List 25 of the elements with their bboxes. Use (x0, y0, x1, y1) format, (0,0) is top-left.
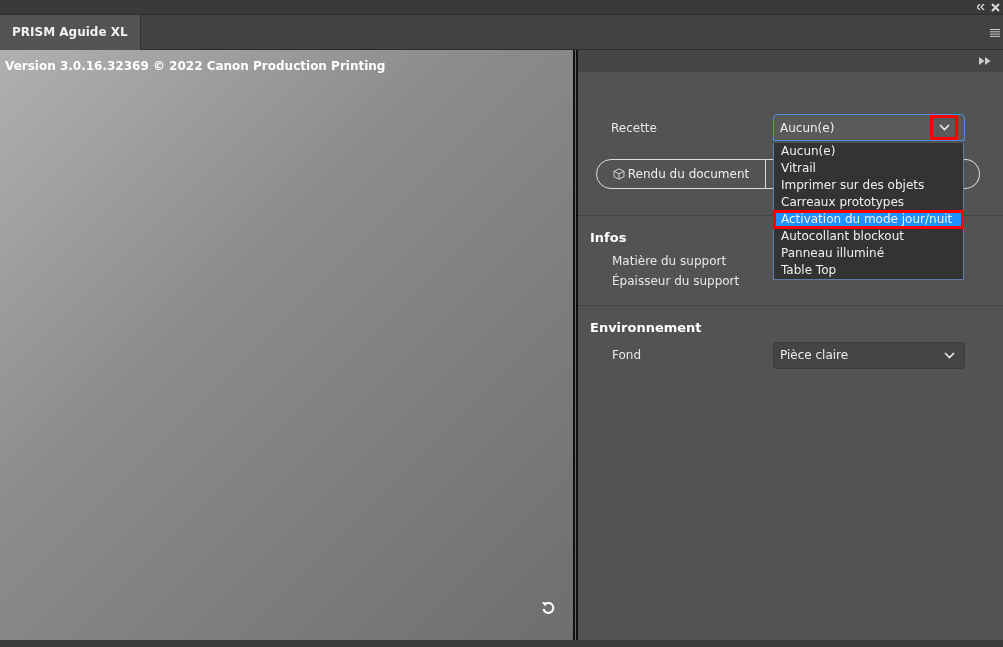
section-title: Infos (590, 230, 627, 245)
recipe-dropdown[interactable]: Aucun(e) (773, 114, 965, 141)
chevron-icon[interactable] (944, 351, 958, 359)
collapse-icon[interactable] (977, 4, 985, 10)
recipe-label: Recette (611, 119, 657, 137)
field-label: Fond (612, 347, 642, 364)
background-dropdown[interactable]: Pièce claire (773, 341, 965, 369)
dropdown-option[interactable]: Table Top (774, 262, 963, 279)
menu-icon[interactable] (990, 28, 1000, 37)
close-icon[interactable] (991, 2, 1000, 12)
dropdown-option[interactable]: Carreaux prototypes (774, 194, 963, 211)
field-label: Matière du support (612, 252, 727, 270)
app-tab[interactable]: PRISM Aguide XL (0, 14, 141, 50)
chevron-icon[interactable] (930, 115, 958, 140)
dropdown-option[interactable]: Panneau illuminé (774, 245, 963, 262)
dropdown-option[interactable]: Aucun(e) (774, 143, 963, 160)
fast-forward-icon[interactable] (979, 57, 991, 65)
dropdown-option[interactable]: Vitrail (774, 160, 963, 177)
reset-icon[interactable] (540, 600, 556, 616)
version-text: Version 3.0.16.32369 © 2022 Canon Production Printing (4, 58, 387, 75)
cube-icon (612, 168, 625, 180)
field-label: Épaisseur du support (612, 272, 740, 290)
dropdown-option[interactable]: Imprimer sur des objets (774, 177, 963, 194)
section-title: Environnement (590, 319, 702, 335)
dropdown-option[interactable]: Autocollant blockout (774, 228, 963, 245)
